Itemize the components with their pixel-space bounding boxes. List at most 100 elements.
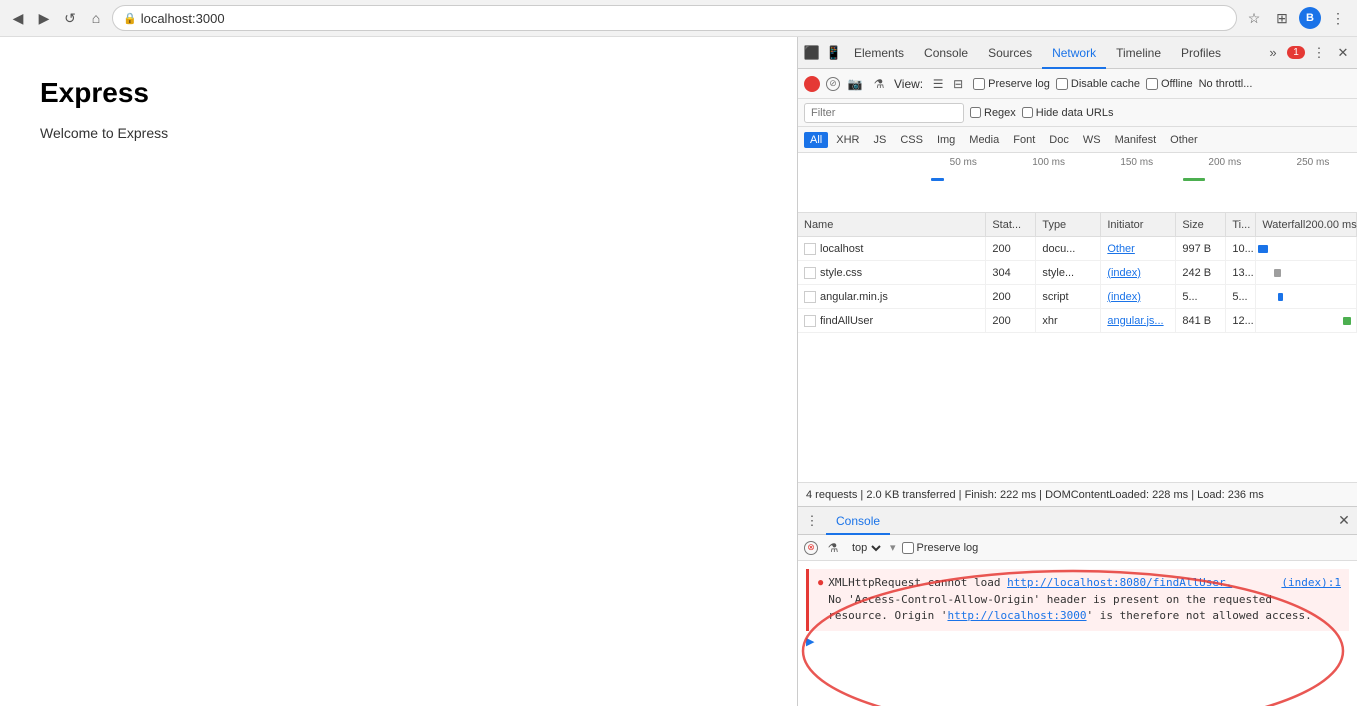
filter-icon[interactable]: ⚗ [870,75,888,93]
td-waterfall-findalluser [1256,309,1357,332]
tab-profiles[interactable]: Profiles [1171,37,1231,69]
type-tab-all[interactable]: All [804,132,828,148]
preserve-log-checkbox[interactable] [973,78,985,90]
type-tab-img[interactable]: Img [931,132,961,148]
console-context-select[interactable]: top [848,541,884,555]
td-time-findalluser: 12... [1226,309,1256,332]
th-status[interactable]: Stat... [986,213,1036,236]
td-type-findalluser: xhr [1036,309,1101,332]
devtools-inspect-button[interactable]: ⬛ [802,43,822,63]
type-tab-font[interactable]: Font [1007,132,1041,148]
console-expand-button[interactable]: ▶ [806,635,1349,648]
console-error-message: ● XMLHttpRequest cannot load http://loca… [806,569,1349,631]
table-row[interactable]: angular.min.js 200 script (index) 5... 5… [798,285,1357,309]
home-button[interactable]: ⌂ [86,8,106,28]
error-icon: ● [817,575,824,589]
tick-200ms: 200 ms [1208,157,1241,168]
type-tab-media[interactable]: Media [963,132,1005,148]
td-type-localhost: docu... [1036,237,1101,260]
disable-cache-checkbox[interactable] [1056,78,1068,90]
regex-option[interactable]: Regex [970,107,1016,119]
type-tab-xhr[interactable]: XHR [830,132,865,148]
console-preserve-log[interactable]: Preserve log [902,542,979,554]
tab-elements[interactable]: Elements [844,37,914,69]
console-clear-icon[interactable]: ⊗ [804,541,818,555]
tab-console[interactable]: Console [914,37,978,69]
record-button[interactable] [804,76,820,92]
no-throttle-label: No throttl... [1199,78,1253,90]
error-badge: 1 [1287,46,1305,59]
tab-network[interactable]: Network [1042,37,1106,69]
th-initiator[interactable]: Initiator [1101,213,1176,236]
more-tabs-button[interactable]: » [1263,43,1283,63]
td-time-localhost: 10... [1226,237,1256,260]
type-tab-doc[interactable]: Doc [1043,132,1075,148]
refresh-button[interactable]: ↺ [60,8,80,28]
console-close-button[interactable]: ✕ [1335,512,1353,530]
filter-input[interactable] [804,103,964,123]
devtools-tab-bar: ⬛ 📱 Elements Console Sources Network Tim… [798,37,1357,69]
menu-icon[interactable]: ⋮ [1327,7,1349,29]
error-origin-link[interactable]: http://localhost:3000 [947,609,1086,622]
timeline-bar-green [1183,178,1205,181]
td-name-angularjs: angular.min.js [798,285,986,308]
console-preserve-log-checkbox[interactable] [902,542,914,554]
console-tab-bar: ⋮ Console ✕ [798,507,1357,535]
table-row[interactable]: findAllUser 200 xhr angular.js... 841 B … [798,309,1357,333]
td-size-localhost: 997 B [1176,237,1226,260]
offline-checkbox[interactable] [1146,78,1158,90]
type-tab-ws[interactable]: WS [1077,132,1107,148]
type-tab-js[interactable]: JS [867,132,892,148]
tick-100ms: 100 ms [1032,157,1065,168]
type-tab-css[interactable]: CSS [894,132,929,148]
tab-timeline[interactable]: Timeline [1106,37,1171,69]
console-error-line1: XMLHttpRequest cannot load http://localh… [828,575,1341,592]
offline-label[interactable]: Offline [1146,78,1193,90]
table-row[interactable]: style.css 304 style... (index) 242 B 13.… [798,261,1357,285]
preserve-log-label[interactable]: Preserve log [973,78,1050,90]
tab-sources[interactable]: Sources [978,37,1042,69]
list-view-icon[interactable]: ☰ [929,75,947,93]
profile-avatar[interactable]: B [1299,7,1321,29]
table-row[interactable]: localhost 200 docu... Other 997 B 10... [798,237,1357,261]
td-name-stylecss: style.css [798,261,986,284]
th-waterfall[interactable]: Waterfall 200.00 ms ▲ [1256,213,1357,236]
console-content: ● XMLHttpRequest cannot load http://loca… [798,561,1357,706]
error-url-link[interactable]: http://localhost:8080/findAllUser. [1007,576,1232,589]
type-tab-manifest[interactable]: Manifest [1109,132,1163,148]
td-initiator-angularjs: (index) [1101,285,1176,308]
console-error-body: XMLHttpRequest cannot load http://localh… [828,575,1341,625]
waterfall-bar-localhost [1258,245,1268,253]
address-bar[interactable]: 🔒 localhost:3000 [112,5,1237,31]
regex-checkbox[interactable] [970,107,981,118]
console-filter-icon[interactable]: ⚗ [824,539,842,557]
th-type[interactable]: Type [1036,213,1101,236]
back-button[interactable]: ◀ [8,8,28,28]
waterfall-bar-stylecss [1274,269,1281,277]
extension-icon[interactable]: ⊞ [1271,7,1293,29]
view-label: View: [894,77,923,91]
waterfall-bar-findalluser [1343,317,1351,325]
console-tab[interactable]: Console [826,507,890,535]
error-line-ref[interactable]: (index):1 [1281,575,1341,592]
camera-icon[interactable]: 📷 [846,75,864,93]
type-tab-other[interactable]: Other [1164,132,1204,148]
hide-data-urls-checkbox[interactable] [1022,107,1033,118]
row-checkbox [804,315,816,327]
devtools-close-button[interactable]: ✕ [1333,43,1353,63]
disable-cache-label[interactable]: Disable cache [1056,78,1140,90]
forward-button[interactable]: ▶ [34,8,54,28]
devtools-settings-button[interactable]: ⋮ [1309,43,1329,63]
grid-view-icon[interactable]: ⊟ [949,75,967,93]
th-size[interactable]: Size [1176,213,1226,236]
hide-data-urls-option[interactable]: Hide data URLs [1022,107,1114,119]
console-menu-icon[interactable]: ⋮ [802,511,822,531]
star-icon[interactable]: ☆ [1243,7,1265,29]
th-time[interactable]: Ti... [1226,213,1256,236]
td-size-stylecss: 242 B [1176,261,1226,284]
clear-button[interactable]: ⊘ [826,77,840,91]
devtools-device-button[interactable]: 📱 [824,43,844,63]
filter-bar: Regex Hide data URLs [798,99,1357,127]
th-name[interactable]: Name [798,213,986,236]
status-text: 4 requests | 2.0 KB transferred | Finish… [806,489,1264,501]
